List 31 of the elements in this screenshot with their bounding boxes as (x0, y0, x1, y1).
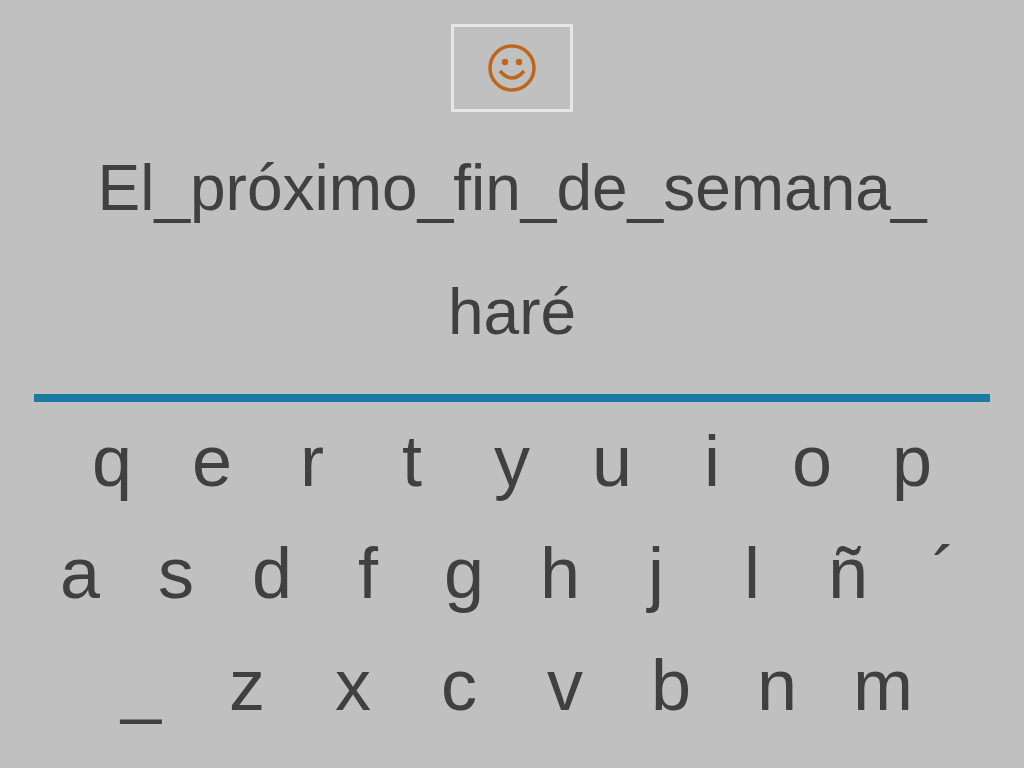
letter-key[interactable]: u (581, 420, 643, 502)
letter-key[interactable]: _ (110, 644, 172, 726)
letter-key[interactable]: x (322, 644, 384, 726)
letter-key[interactable]: s (145, 532, 207, 614)
letter-key[interactable]: l (721, 532, 783, 614)
sentence-text: El_próximo_fin_de_semana_ (97, 151, 927, 226)
letter-key[interactable]: d (241, 532, 303, 614)
letter-key[interactable]: m (852, 644, 914, 726)
letter-key[interactable]: n (746, 644, 808, 726)
letter-key[interactable]: o (781, 420, 843, 502)
letter-key[interactable]: f (337, 532, 399, 614)
letter-key[interactable]: h (529, 532, 591, 614)
letter-key[interactable]: q (81, 420, 143, 502)
letter-key[interactable]: c (428, 644, 490, 726)
letter-key[interactable]: ´ (913, 532, 975, 614)
letter-key[interactable]: b (640, 644, 702, 726)
letter-key[interactable]: j (625, 532, 687, 614)
letter-key[interactable]: t (381, 420, 443, 502)
letter-key[interactable]: z (216, 644, 278, 726)
letter-key[interactable]: g (433, 532, 495, 614)
sentence-text: haré (447, 275, 577, 350)
letter-key[interactable]: i (681, 420, 743, 502)
smiley-icon (487, 43, 537, 93)
letter-key[interactable]: e (181, 420, 243, 502)
smiley-button[interactable] (451, 24, 573, 112)
letter-key[interactable]: r (281, 420, 343, 502)
letter-key[interactable]: v (534, 644, 596, 726)
letter-key[interactable]: a (49, 532, 111, 614)
letter-key[interactable]: y (481, 420, 543, 502)
letter-key[interactable]: ñ (817, 532, 879, 614)
letter-key[interactable]: p (881, 420, 943, 502)
